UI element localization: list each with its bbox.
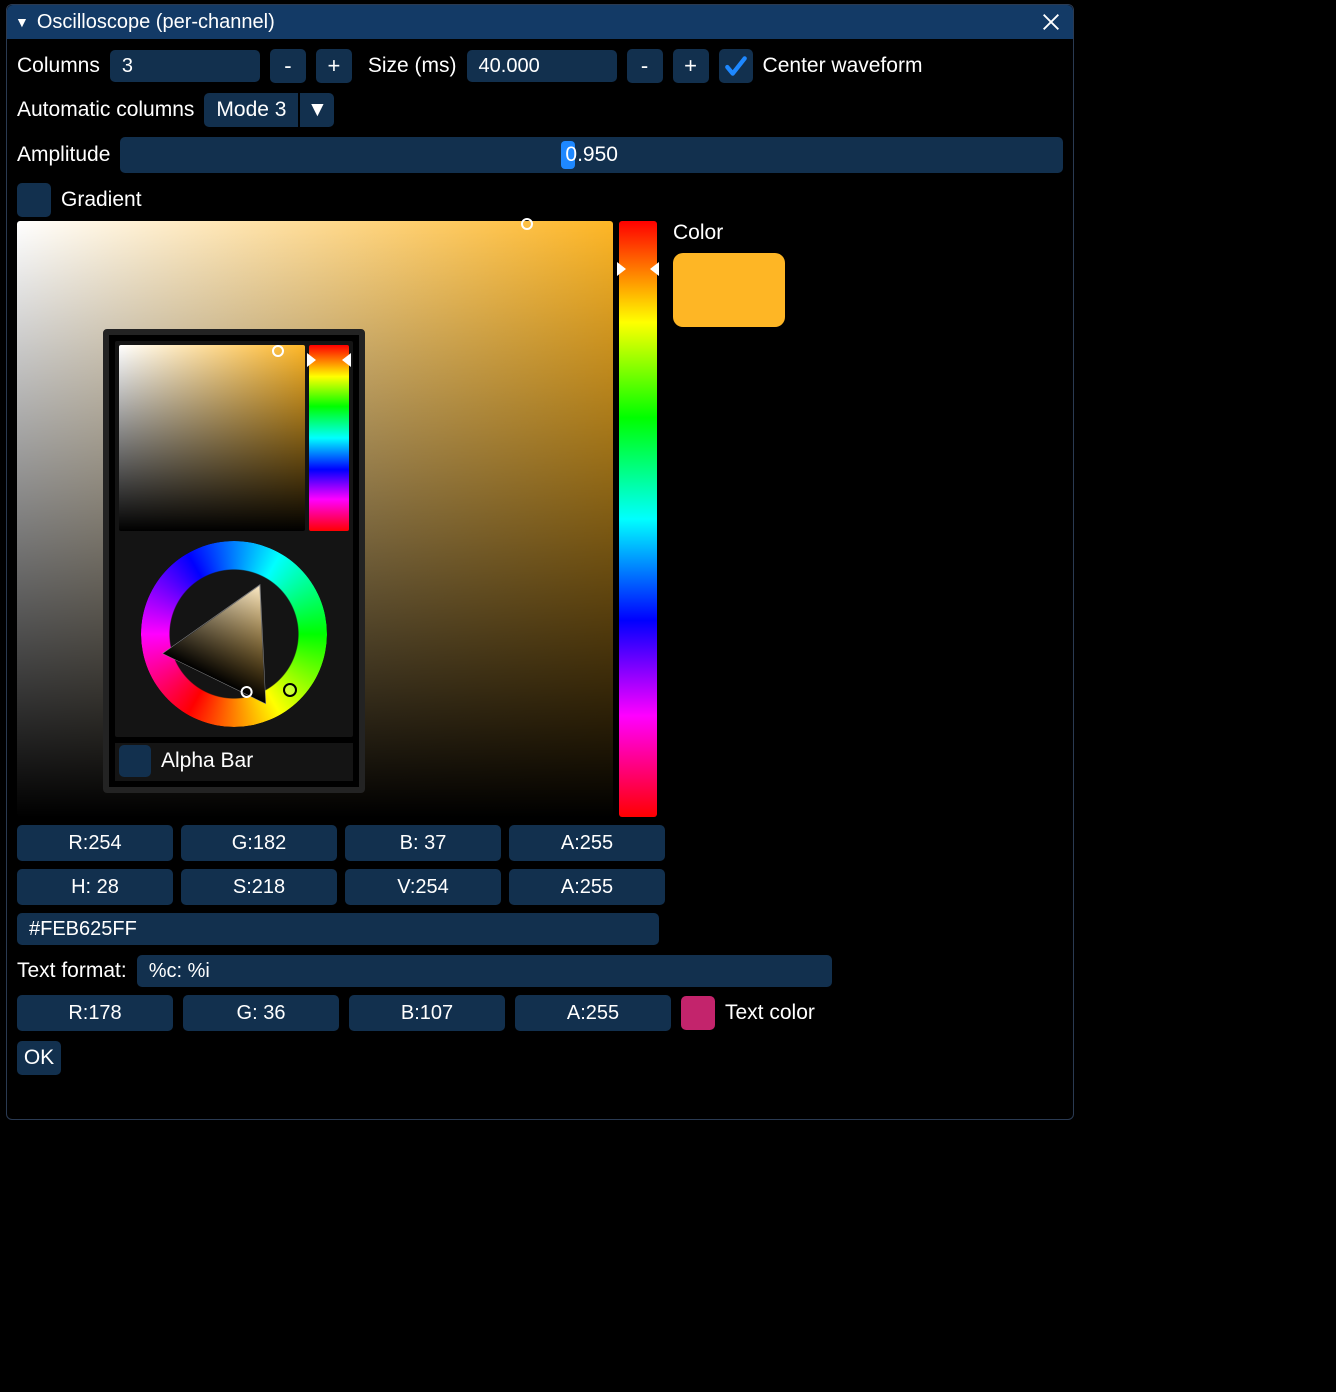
tc-a-value[interactable]: A:255 [515,995,671,1031]
alpha-bar-label: Alpha Bar [161,749,253,773]
sv-cursor[interactable] [272,345,284,357]
wheel-cursor[interactable] [283,683,297,697]
close-icon[interactable] [1037,8,1065,36]
s-value[interactable]: S:218 [181,869,337,905]
text-format-input[interactable]: %c: %i [137,955,832,987]
amplitude-value: 0.950 [565,143,618,167]
hue-slider[interactable] [619,221,657,817]
color-wheel[interactable] [141,541,327,727]
sv-cursor[interactable] [521,218,533,230]
v-value[interactable]: V:254 [345,869,501,905]
collapse-icon[interactable]: ▼ [15,14,29,30]
size-minus-button[interactable]: - [627,49,663,83]
color-swatch[interactable] [673,253,785,327]
popup-sv-picker[interactable] [119,345,305,531]
auto-cols-dropdown[interactable]: Mode 3 ▼ [204,93,334,127]
hue-marker[interactable] [617,262,626,276]
a-value[interactable]: A:255 [509,825,665,861]
b-value[interactable]: B: 37 [345,825,501,861]
size-label: Size (ms) [368,54,457,78]
g-value[interactable]: G:182 [181,825,337,861]
center-checkbox[interactable] [719,49,753,83]
alpha-bar-checkbox[interactable] [119,745,151,777]
a2-value[interactable]: A:255 [509,869,665,905]
hue-marker[interactable] [650,262,659,276]
tc-g-value[interactable]: G: 36 [183,995,339,1031]
size-input[interactable]: 40.000 [467,50,617,82]
size-plus-button[interactable]: + [673,49,709,83]
auto-cols-value: Mode 3 [204,93,298,127]
hue-marker[interactable] [307,353,316,367]
tc-b-value[interactable]: B:107 [349,995,505,1031]
auto-cols-label: Automatic columns [17,98,194,122]
text-color-swatch[interactable] [681,996,715,1030]
window-title: Oscilloscope (per-channel) [37,11,275,34]
columns-plus-button[interactable]: + [316,49,352,83]
amplitude-label: Amplitude [17,143,110,167]
columns-minus-button[interactable]: - [270,49,306,83]
titlebar[interactable]: ▼ Oscilloscope (per-channel) [7,5,1073,39]
color-label: Color [673,221,785,245]
tc-r-value[interactable]: R:178 [17,995,173,1031]
gradient-label: Gradient [61,188,142,212]
amplitude-slider[interactable]: 0.950 [120,137,1063,173]
oscilloscope-dialog: ▼ Oscilloscope (per-channel) Columns 3 -… [6,4,1074,1120]
ok-button[interactable]: OK [17,1041,61,1075]
hue-marker[interactable] [342,353,351,367]
hex-input[interactable]: #FEB625FF [17,913,659,945]
gradient-checkbox[interactable] [17,183,51,217]
columns-input[interactable]: 3 [110,50,260,82]
text-format-label: Text format: [17,959,127,983]
columns-label: Columns [17,54,100,78]
chevron-down-icon[interactable]: ▼ [298,93,334,127]
color-popup: Alpha Bar [103,329,365,793]
popup-hue-slider[interactable] [309,345,349,531]
h-value[interactable]: H: 28 [17,869,173,905]
r-value[interactable]: R:254 [17,825,173,861]
center-label: Center waveform [763,54,923,78]
text-color-label: Text color [725,1001,815,1025]
